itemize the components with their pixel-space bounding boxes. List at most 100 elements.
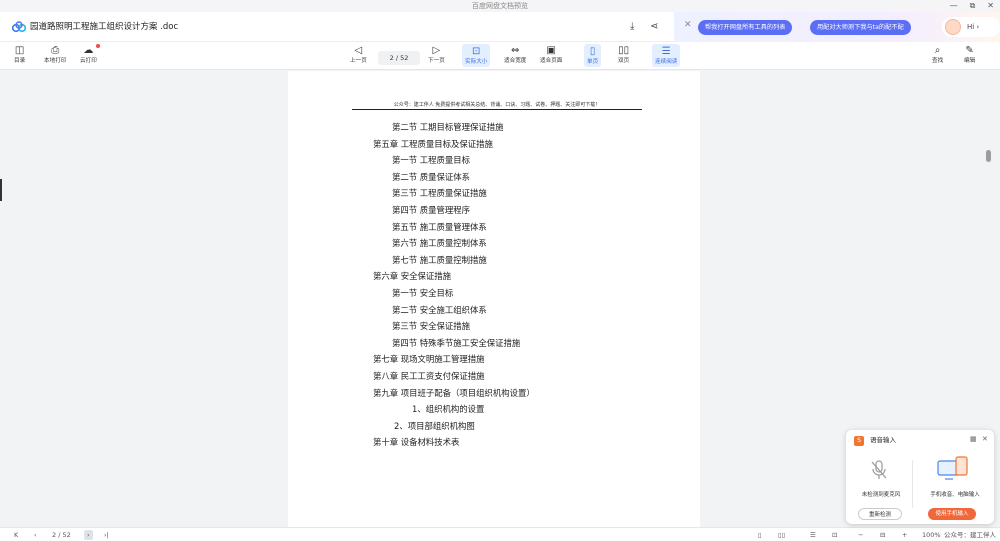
fit-width-icon: ⇔ (511, 45, 520, 56)
toc-entry: 第四节 特殊季节施工安全保证措施 (392, 337, 521, 348)
single-view-icon[interactable]: ▯ (758, 530, 762, 540)
toc-entry: 第五章 工程质量目标及保证措施 (373, 138, 493, 149)
double-page-button[interactable]: ▯▯ 双页 (618, 44, 629, 65)
close-window-button[interactable]: ✕ (987, 0, 994, 12)
search-label: 查找 (932, 58, 944, 64)
assistant-greeting: Hi › (967, 23, 980, 31)
assistant-button[interactable]: Hi › (942, 17, 1000, 37)
maximize-button[interactable]: ⧉ (970, 0, 976, 12)
fit-view-icon[interactable]: ⊡ (832, 530, 837, 540)
document-title: 园道路照明工程施工组织设计方案 .doc (30, 22, 179, 32)
double-view-icon[interactable]: ▯▯ (778, 530, 785, 540)
toc-entry: 第七章 现场文明施工管理措施 (373, 354, 485, 365)
next-page-icon: ▷ (432, 45, 441, 56)
minimize-button[interactable]: — (950, 0, 958, 12)
microphone-off-icon (871, 460, 887, 479)
window-titlebar: 百度网盘文档预览 — ⧉ ✕ (0, 0, 1000, 12)
toc-entry: 第二节 质量保证体系 (392, 171, 471, 182)
prev-page-icon: ◁ (354, 45, 363, 56)
search-button[interactable]: ⌕ 查找 (932, 44, 943, 65)
continuous-read-icon: ☰ (661, 46, 671, 57)
prev-page-label: 上一页 (350, 58, 367, 64)
document-page: 公众号：建工伴人 免费提供考试相关总结、背诵、口诀、习题、试卷、押题、关注即可下… (288, 71, 700, 527)
left-edge-marker (0, 179, 2, 201)
toc-label: 目录 (14, 58, 26, 64)
window-title: 百度网盘文档预览 (472, 2, 528, 10)
actual-size-icon: ⊡ (472, 46, 481, 57)
toc-entry: 第二节 工期目标管理保证措施 (392, 122, 504, 132)
last-page-button[interactable]: ›| (104, 530, 109, 540)
local-print-button[interactable]: ⎙ 本地打印 (44, 44, 66, 65)
cloud-print-label: 云打印 (80, 58, 97, 64)
banner-close-icon[interactable]: ✕ (684, 20, 692, 30)
download-icon[interactable]: ⤓ (630, 20, 634, 34)
notification-dot (96, 44, 100, 48)
voice-panel-title: 语音输入 (870, 436, 896, 444)
toc-entry: 第十章 设备材料技术表 (373, 437, 460, 448)
panel-divider (912, 460, 913, 508)
zoom-level: 100% (922, 531, 941, 539)
continuous-view-icon[interactable]: ☰ (810, 530, 816, 540)
bottom-prev-button[interactable]: ‹ (34, 530, 37, 540)
continuous-read-label: 连续阅读 (655, 59, 678, 65)
zoom-out-icon[interactable]: − (858, 530, 863, 540)
page-header: 公众号：建工伴人 免费提供考试相关总结、背诵、口诀、习题、试卷、押题、关注即可下… (352, 101, 642, 110)
cloud-logo-icon (12, 21, 26, 33)
suggestion-pill-tools[interactable]: 帮我打开网盘所有工具的列表 (698, 20, 793, 35)
next-page-button[interactable]: ▷ 下一页 (428, 44, 445, 65)
toc-entry: 1、组织机构的设置 (412, 404, 485, 415)
toc-entry: 第一节 工程质量目标 (392, 155, 471, 166)
edit-button[interactable]: ✎ 编辑 (964, 44, 975, 65)
phone-computer-icon (937, 456, 968, 480)
grid-icon[interactable]: ▦ (970, 435, 977, 444)
toc-button[interactable]: ◫ 目录 (14, 44, 25, 65)
zoom-slider-icon[interactable]: ⊟ (880, 530, 885, 540)
bottom-page-indicator[interactable]: 2 / 52 (52, 530, 71, 540)
toc-entry: 第七节 施工质量控制措施 (392, 254, 487, 265)
next-page-label: 下一页 (428, 58, 445, 64)
fit-width-label: 适合宽度 (504, 58, 527, 64)
cloud-print-button[interactable]: ☁ 云打印 (80, 44, 97, 65)
fit-page-button[interactable]: ▣ 适合页面 (540, 44, 562, 65)
first-page-button[interactable]: K (14, 530, 18, 540)
double-page-label: 双页 (618, 58, 630, 64)
single-page-icon: ▯ (589, 46, 596, 57)
page-indicator-input[interactable]: 2 / 52 (378, 51, 420, 65)
fit-width-button[interactable]: ⇔ 适合宽度 (504, 44, 526, 65)
assistant-avatar (945, 19, 961, 35)
ai-suggestion-banner: ✕ 帮我打开网盘所有工具的列表 用配对大师测下我与ta的配不配 Hi › (674, 12, 1000, 42)
use-phone-button[interactable]: 使用手机输入 (928, 508, 976, 520)
fit-page-label: 适合页面 (540, 58, 563, 64)
share-icon[interactable]: ⋖ (650, 20, 658, 34)
single-page-button[interactable]: ▯ 单页 (584, 44, 602, 67)
voice-close-icon[interactable]: ✕ (982, 435, 988, 444)
toc-entry: 第三节 工程质量保证措施 (392, 188, 487, 199)
suggestion-pill-match[interactable]: 用配对大师测下我与ta的配不配 (810, 20, 911, 35)
redetect-button[interactable]: 重新检测 (858, 508, 902, 520)
toc-entry: 第八章 民工工资支付保证措施 (373, 371, 485, 381)
bottom-next-button[interactable]: › (84, 530, 93, 540)
toc-entry: 第五节 施工质量管理体系 (392, 221, 487, 232)
zoom-in-icon[interactable]: + (902, 530, 907, 540)
pen-icon: ✎ (965, 45, 974, 56)
toc-entry: 第三节 安全保证措施 (392, 321, 471, 332)
search-icon: ⌕ (934, 45, 941, 56)
voice-input-panel: S 语音输入 ▦ ✕ 未检测到麦克风 手机收音、电脑输入 重新检测 使用手机输入 (846, 430, 994, 524)
actual-size-button[interactable]: ⊡ 实际大小 (462, 44, 491, 67)
single-page-label: 单页 (587, 59, 599, 65)
actual-size-label: 实际大小 (465, 59, 488, 65)
voice-logo-icon: S (854, 436, 864, 446)
prev-page-button[interactable]: ◁ 上一页 (350, 44, 367, 65)
toc-icon: ◫ (14, 45, 25, 56)
toc-entry: 2、项目部组织机构图 (394, 420, 475, 431)
vertical-scrollbar[interactable] (986, 150, 991, 162)
toc-entry: 第一节 安全目标 (392, 288, 454, 298)
phone-input-label: 手机收音、电脑输入 (930, 492, 980, 498)
toc-entry: 第二节 安全施工组织体系 (392, 304, 487, 315)
local-print-label: 本地打印 (44, 58, 67, 64)
viewer-toolbar: ◫ 目录 ⎙ 本地打印 ☁ 云打印 ◁ 上一页 2 / 52 ▷ 下一页 ⊡ 实… (0, 42, 1000, 70)
toc-entry: 第六节 施工质量控制体系 (392, 238, 487, 249)
continuous-read-button[interactable]: ☰ 连续阅读 (652, 44, 681, 67)
double-page-icon: ▯▯ (618, 45, 630, 56)
toc-entry: 第六章 安全保证措施 (373, 271, 452, 282)
